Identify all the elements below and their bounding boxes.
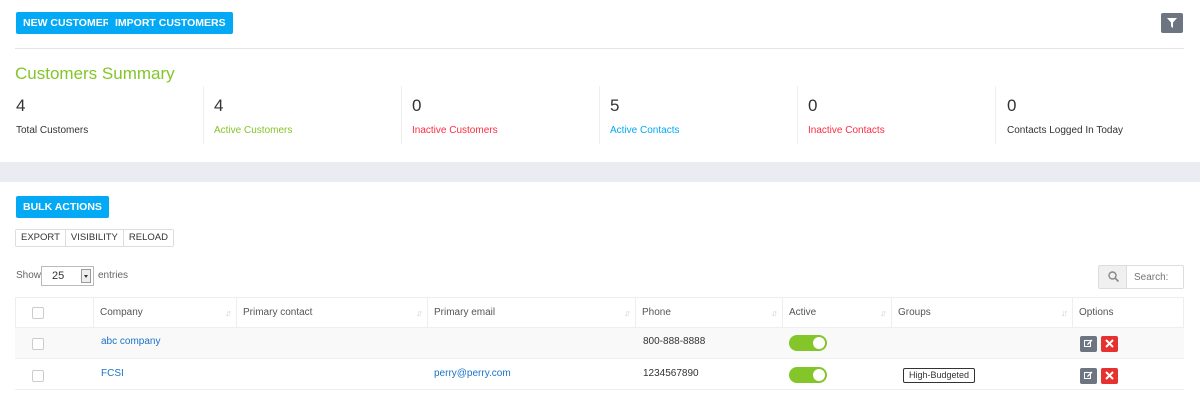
row-checkbox[interactable]: [32, 338, 44, 350]
export-button[interactable]: EXPORT: [16, 230, 66, 246]
sort-icon: ↓↑: [771, 308, 778, 318]
edit-icon: [1084, 339, 1093, 347]
stat-value: 5: [610, 96, 620, 115]
delete-button[interactable]: [1101, 368, 1118, 384]
stat-contacts-logged-in-today: 0 Contacts Logged In Today: [1007, 94, 1187, 148]
sort-icon: ↓↑: [225, 308, 232, 318]
column-header-label: Primary email: [434, 307, 496, 318]
column-header-label: Primary contact: [243, 307, 313, 318]
sort-icon: ↓↑: [416, 308, 423, 318]
column-header-label: Phone: [642, 307, 671, 318]
stat-active-contacts: 5 Active Contacts: [610, 94, 790, 148]
stat-value: 4: [16, 96, 26, 115]
customers-summary-panel: NEW CUSTOMER IMPORT CUSTOMERS Customers …: [0, 0, 1200, 162]
sort-icon: ↓↑: [880, 308, 887, 318]
stat-value: 0: [412, 96, 422, 115]
column-primary-contact[interactable]: Primary contact ↓↑: [237, 298, 428, 327]
column-company[interactable]: Company ↓↑: [94, 298, 237, 327]
stat-active-customers: 4 Active Customers: [214, 94, 394, 148]
stat-label: Active Customers: [214, 125, 293, 136]
table-row: FCSI perry@perry.com 1234567890 High-Bud…: [15, 359, 1184, 390]
sort-icon: ↓↑: [1061, 308, 1068, 318]
phone-value: 800-888-8888: [643, 336, 706, 347]
edit-button[interactable]: [1080, 336, 1097, 352]
stat-label: Inactive Customers: [412, 125, 498, 136]
company-link[interactable]: FCSI: [101, 368, 124, 379]
page-length-select[interactable]: 25: [41, 266, 94, 286]
column-options: Options: [1073, 298, 1183, 327]
search-button[interactable]: [1099, 266, 1127, 288]
stat-label: Contacts Logged In Today: [1007, 125, 1124, 136]
primary-email-link[interactable]: perry@perry.com: [434, 368, 511, 379]
phone-value: 1234567890: [643, 368, 699, 379]
stat-value: 0: [808, 96, 818, 115]
column-header-label: Options: [1079, 307, 1114, 318]
divider: [401, 86, 402, 144]
close-icon: [1105, 371, 1114, 380]
select-all-column: [16, 298, 94, 327]
column-groups[interactable]: Groups ↓↑: [892, 298, 1073, 327]
stat-inactive-contacts: 0 Inactive Contacts: [808, 94, 988, 148]
table-header: Company ↓↑ Primary contact ↓↑ Primary em…: [15, 297, 1184, 328]
select-all-checkbox[interactable]: [32, 307, 44, 319]
chevron-down-icon: [81, 269, 91, 283]
stat-inactive-customers: 0 Inactive Customers: [412, 94, 592, 148]
column-header-label: Company: [100, 307, 143, 318]
bulk-actions-button[interactable]: BULK ACTIONS: [16, 196, 109, 218]
search-icon: [1108, 271, 1119, 282]
table-row: abc company 800-888-8888: [15, 328, 1184, 359]
visibility-button[interactable]: VISIBILITY: [65, 230, 124, 246]
divider: [15, 48, 1184, 49]
active-toggle[interactable]: [789, 367, 827, 383]
stat-value: 4: [214, 96, 224, 115]
company-link[interactable]: abc company: [101, 336, 160, 347]
column-header-label: Groups: [898, 307, 931, 318]
active-toggle[interactable]: [789, 335, 827, 351]
column-header-label: Active: [789, 307, 817, 318]
edit-icon: [1084, 371, 1093, 379]
divider: [599, 86, 600, 144]
column-active[interactable]: Active ↓↑: [783, 298, 892, 327]
stat-label: Inactive Contacts: [808, 125, 885, 136]
column-primary-email[interactable]: Primary email ↓↑: [428, 298, 636, 327]
stat-label: Total Customers: [16, 125, 89, 136]
divider: [797, 86, 798, 144]
edit-button[interactable]: [1080, 368, 1097, 384]
stat-value: 0: [1007, 96, 1017, 115]
entries-label: entries: [98, 270, 129, 281]
show-label: Show: [16, 270, 42, 281]
delete-button[interactable]: [1101, 336, 1118, 352]
table-export-toolbar: EXPORT VISIBILITY RELOAD: [15, 229, 174, 247]
search-input[interactable]: [1128, 266, 1183, 288]
divider: [995, 86, 996, 144]
page-title: Customers Summary: [15, 64, 175, 83]
filter-button[interactable]: [1161, 13, 1183, 33]
reload-button[interactable]: RELOAD: [123, 230, 173, 246]
import-customers-button[interactable]: IMPORT CUSTOMERS: [108, 12, 233, 34]
stat-label: Active Contacts: [610, 125, 680, 136]
divider: [203, 86, 204, 144]
column-phone[interactable]: Phone ↓↑: [636, 298, 783, 327]
search-box: [1098, 265, 1184, 289]
page-length-value: 25: [52, 270, 65, 282]
new-customer-button[interactable]: NEW CUSTOMER: [16, 12, 118, 34]
row-checkbox[interactable]: [32, 370, 44, 382]
sort-icon: ↓↑: [624, 308, 631, 318]
stat-total-customers: 4 Total Customers: [16, 94, 196, 148]
filter-icon: [1167, 18, 1177, 28]
group-badge: High-Budgeted: [903, 368, 976, 383]
close-icon: [1105, 339, 1114, 348]
